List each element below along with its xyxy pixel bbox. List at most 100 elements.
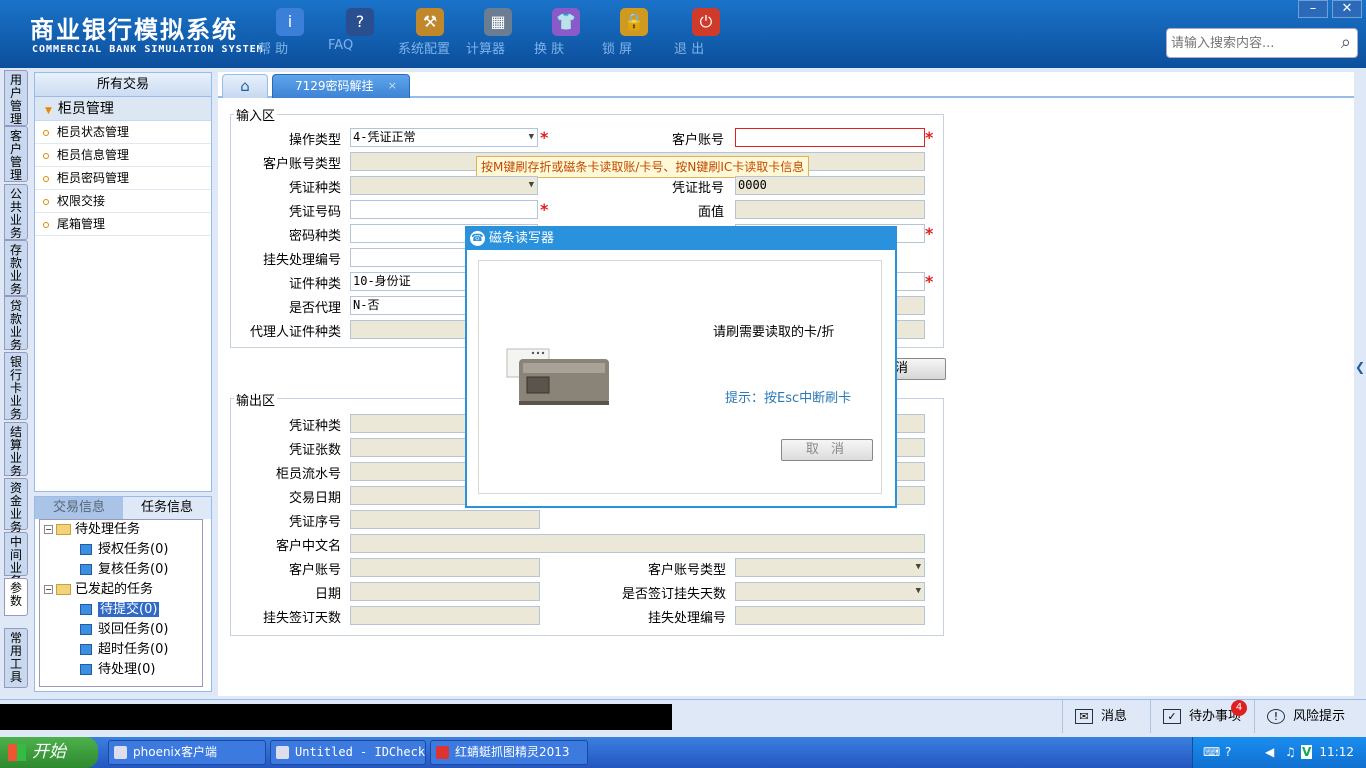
toolbar-button[interactable]: ▦ 计算器 bbox=[466, 8, 530, 57]
folder-icon bbox=[56, 584, 71, 595]
volume-icon[interactable]: ♫ bbox=[1285, 737, 1296, 768]
app-header: 商业银行模拟系统 COMMERCIAL BANK SIMULATION SYST… bbox=[0, 0, 1366, 68]
left-nav-tab[interactable]: 存款业务 bbox=[4, 240, 28, 296]
toolbar-button[interactable]: i 帮 助 bbox=[258, 8, 322, 57]
sidebar-group[interactable]: ▼ 柜员管理 bbox=[35, 97, 211, 121]
dropdown-arrow-icon: ▼ bbox=[915, 586, 921, 596]
tree-node-initiated[interactable]: − 已发起的任务 bbox=[44, 580, 153, 600]
card-read-tooltip: 按M键刷存折或磁条卡读取账/卡号、按N键刷IC卡读取卡信息 bbox=[476, 156, 810, 178]
keyboard-icon[interactable]: ⌨ bbox=[1203, 737, 1220, 768]
sidebar-item-label: 权限交接 bbox=[57, 194, 106, 208]
sidebar-item[interactable]: 柜员信息管理 bbox=[35, 144, 211, 167]
dialog-title: 磁条读写器 bbox=[489, 231, 555, 246]
app-title: 商业银行模拟系统 bbox=[30, 16, 238, 44]
voucher-kind-select[interactable]: ▼ bbox=[350, 176, 538, 195]
left-nav-tab[interactable]: 中间业务 bbox=[4, 532, 28, 588]
out-date-field bbox=[350, 582, 540, 601]
risk-button[interactable]: ! 风险提示 bbox=[1254, 700, 1354, 733]
out-loss-no-field bbox=[735, 606, 925, 625]
left-nav-tab[interactable]: 结算业务 bbox=[4, 422, 28, 478]
toolbar-button-label: 退 出 bbox=[674, 42, 705, 57]
sidebar-item[interactable]: 尾箱管理 bbox=[35, 213, 211, 236]
sidebar-title[interactable]: 所有交易 bbox=[35, 73, 211, 97]
bullet-icon bbox=[43, 175, 49, 182]
toolbar-button-label: 系统配置 bbox=[398, 42, 451, 57]
card-reader-dialog: ☎ 磁条读写器 请刷需要读取的卡/折 提示：按Esc中断刷卡 取 消 bbox=[465, 226, 897, 508]
collapse-right-icon[interactable]: ❮ bbox=[1355, 360, 1365, 374]
dialog-hint: 提示：按Esc中断刷卡 bbox=[725, 391, 852, 406]
tab-trade-info[interactable]: 交易信息 bbox=[35, 497, 123, 519]
tab-current[interactable]: 7129密码解挂 × bbox=[272, 74, 410, 98]
left-nav-tab[interactable]: 银行卡业务 bbox=[4, 352, 28, 421]
mail-icon: ✉ bbox=[1075, 709, 1093, 724]
toolbar-button[interactable]: 👕 换 肤 bbox=[534, 8, 598, 57]
op-type-select[interactable]: 4-凭证正常 ▼ bbox=[350, 128, 538, 147]
loss-no-label: 挂失处理编号 bbox=[262, 253, 341, 268]
taskbar-item-idcheck[interactable]: Untitled - IDCheck bbox=[270, 740, 426, 765]
task-icon bbox=[80, 624, 92, 635]
home-tab[interactable]: ⌂ bbox=[222, 74, 268, 98]
left-nav-tab[interactable]: 公共业务 bbox=[4, 184, 28, 240]
output-legend: 输出区 bbox=[234, 390, 278, 409]
acct-type-label: 客户账号类型 bbox=[262, 157, 341, 172]
messages-button[interactable]: ✉ 消息 bbox=[1062, 700, 1150, 733]
windows-logo-icon bbox=[8, 744, 26, 761]
app-subtitle: COMMERCIAL BANK SIMULATION SYSTEM bbox=[32, 44, 264, 55]
left-nav-tab[interactable]: 用户管理 bbox=[4, 70, 28, 126]
left-nav-tab[interactable]: 资金业务 bbox=[4, 478, 28, 534]
search-input[interactable] bbox=[1167, 29, 1327, 57]
out-signed-flag-select[interactable]: ▼ bbox=[735, 582, 925, 601]
left-nav-tab[interactable]: 贷款业务 bbox=[4, 296, 28, 352]
required-mark: * bbox=[540, 200, 549, 219]
taskbar-item-screenshot[interactable]: 红蜻蜓抓图精灵2013 bbox=[430, 740, 588, 765]
search-box[interactable]: ⌕ bbox=[1166, 28, 1358, 58]
voucher-no-input[interactable] bbox=[350, 200, 538, 219]
required-mark: * bbox=[925, 224, 934, 243]
sidebar-item[interactable]: 柜员状态管理 bbox=[35, 121, 211, 144]
help-tray-icon[interactable]: ? bbox=[1225, 737, 1231, 768]
left-nav-tab[interactable]: 客户管理 bbox=[4, 126, 28, 182]
out-acct-type-select[interactable]: ▼ bbox=[735, 558, 925, 577]
tab-current-label: 7129密码解挂 bbox=[295, 79, 374, 93]
tab-task-info[interactable]: 任务信息 bbox=[123, 497, 211, 519]
toolbar-button[interactable]: 🔒 锁 屏 bbox=[602, 8, 666, 57]
agent-label: 是否代理 bbox=[288, 301, 341, 316]
tree-leaf[interactable]: 复核任务(0) bbox=[80, 560, 168, 580]
tree-leaf[interactable]: 驳回任务(0) bbox=[80, 620, 168, 640]
toolbar-button[interactable]: ⏻ 退 出 bbox=[674, 8, 738, 57]
out-account-label: 客户账号 bbox=[288, 563, 341, 578]
out-date-label: 日期 bbox=[314, 587, 341, 602]
voucher-no-label: 凭证号码 bbox=[288, 205, 341, 220]
taskbar-item-phoenix[interactable]: phoenix客户端 bbox=[108, 740, 266, 765]
search-icon[interactable]: ⌕ bbox=[1341, 32, 1351, 53]
minimize-button[interactable]: – bbox=[1298, 0, 1328, 18]
sidebar-item-label: 尾箱管理 bbox=[57, 217, 106, 231]
account-input[interactable] bbox=[735, 128, 925, 147]
card-reader-image bbox=[506, 348, 609, 405]
sidebar-item[interactable]: 权限交接 bbox=[35, 190, 211, 213]
taskbar: 开始 phoenix客户端 Untitled - IDCheck 红蜻蜓抓图精灵… bbox=[0, 737, 1366, 768]
left-nav-tab[interactable]: 参数 bbox=[4, 578, 28, 616]
vc-icon[interactable]: V bbox=[1301, 745, 1313, 759]
bullet-icon bbox=[43, 198, 49, 205]
task-icon bbox=[80, 544, 92, 555]
id-type-label: 证件种类 bbox=[288, 277, 341, 292]
sidebar-item[interactable]: 柜员密码管理 bbox=[35, 167, 211, 190]
task-icon bbox=[80, 564, 92, 575]
network-icon[interactable]: ◀ bbox=[1265, 737, 1274, 768]
tree-leaf[interactable]: 授权任务(0) bbox=[80, 540, 168, 560]
tab-close-icon[interactable]: × bbox=[388, 75, 397, 97]
todo-button[interactable]: ✓ 待办事项 4 bbox=[1150, 700, 1250, 733]
bullet-icon bbox=[43, 129, 49, 136]
tree-leaf[interactable]: 待处理(0) bbox=[80, 660, 155, 680]
tree-leaf[interactable]: 超时任务(0) bbox=[80, 640, 168, 660]
tree-node-pending[interactable]: − 待处理任务 bbox=[44, 520, 140, 540]
toolbar-button[interactable]: ? FAQ bbox=[328, 8, 392, 53]
start-button[interactable]: 开始 bbox=[0, 737, 98, 768]
tree-leaf[interactable]: 待提交(0) bbox=[80, 600, 160, 620]
close-button[interactable]: ✕ bbox=[1332, 0, 1362, 18]
face-value-field bbox=[735, 200, 925, 219]
left-nav-tab[interactable]: 常用工具 bbox=[4, 628, 28, 688]
dialog-cancel-button[interactable]: 取 消 bbox=[781, 439, 873, 461]
toolbar-button[interactable]: ⚒ 系统配置 bbox=[398, 8, 462, 57]
